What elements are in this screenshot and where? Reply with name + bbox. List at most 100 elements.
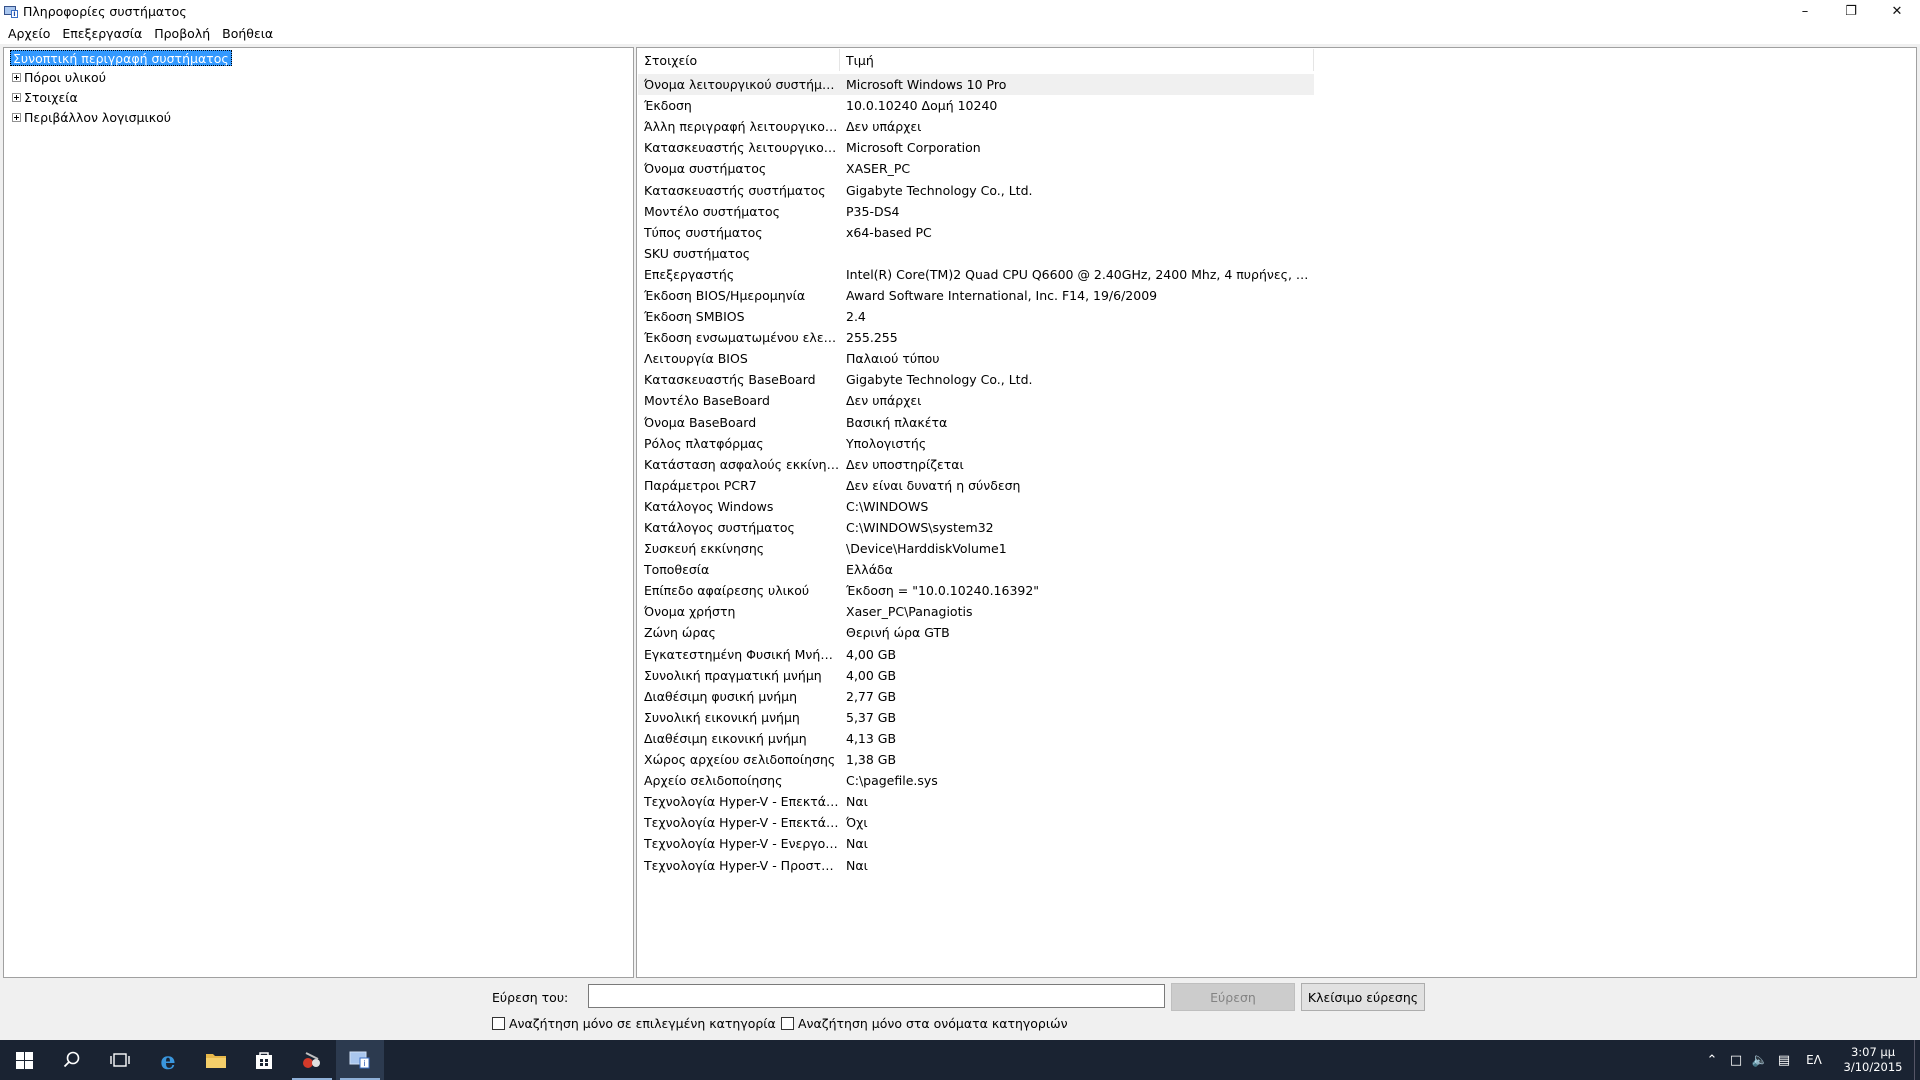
table-row[interactable]: Συνολική εικονική μνήμη 5,37 GB [638, 707, 1916, 728]
details-list[interactable]: Στοιχείο Τιμή Όνομα λειτουργικού συστήμα… [636, 47, 1917, 978]
table-row[interactable]: Έκδοση 10.0.10240 Δομή 10240 [638, 95, 1916, 116]
row-value: Gigabyte Technology Co., Ltd. [846, 372, 1033, 388]
category-tree[interactable]: Συνοπτική περιγραφή συστήματος Πόροι υλι… [3, 47, 634, 978]
table-row[interactable]: SKU συστήματος [638, 243, 1916, 264]
search-category-names-checkbox[interactable] [781, 1017, 794, 1030]
tree-item-system-summary[interactable]: Συνοπτική περιγραφή συστήματος [10, 50, 232, 66]
row-value: x64-based PC [846, 224, 932, 240]
tree-item-label: Πόροι υλικού [24, 69, 106, 85]
system-info-taskbar-icon[interactable]: i [336, 1040, 384, 1080]
input-language[interactable]: ΕΛ [1796, 1053, 1832, 1067]
row-item: Διαθέσιμη φυσική μνήμη [644, 688, 798, 704]
table-row[interactable]: Μοντέλο συστήματος P35-DS4 [638, 201, 1916, 222]
table-row[interactable]: Κατάλογος συστήματος C:\WINDOWS\system32 [638, 517, 1916, 538]
table-row[interactable]: Άλλη περιγραφή λειτουργικού ... Δεν υπάρχ… [638, 116, 1916, 137]
search-selected-category-option[interactable]: Αναζήτηση μόνο σε επιλεγμένη κατηγορία [492, 1016, 776, 1031]
menu-edit[interactable]: Επεξεργασία [56, 26, 148, 41]
row-value: Xaser_PC\Panagiotis [846, 604, 973, 620]
row-item: Έκδοση [644, 98, 692, 114]
windows-logo-icon[interactable] [0, 1040, 48, 1080]
search-category-names-option[interactable]: Αναζήτηση μόνο στα ονόματα κατηγοριών [781, 1016, 1068, 1031]
action-center-icon[interactable]: ▤ [1772, 1053, 1796, 1068]
table-row[interactable]: Ζώνη ώρας Θερινή ώρα GTB [638, 622, 1916, 643]
table-row[interactable]: Όνομα λειτουργικού συστήματ... Microsoft … [638, 74, 1314, 96]
row-item: Κατάλογος Windows [644, 498, 774, 514]
row-item: Τύπος συστήματος [644, 224, 763, 240]
table-row[interactable]: Συσκευή εκκίνησης \Device\HarddiskVolume1 [638, 538, 1916, 559]
menu-file[interactable]: Αρχείο [2, 26, 56, 41]
table-row[interactable]: Μοντέλο BaseBoard Δεν υπάρχει [638, 390, 1916, 411]
clock-time: 3:07 μμ [1850, 1045, 1896, 1059]
app-icon[interactable] [288, 1040, 336, 1080]
expand-icon[interactable] [12, 112, 21, 122]
table-row[interactable]: Διαθέσιμη φυσική μνήμη 2,77 GB [638, 686, 1916, 707]
table-row[interactable]: Έκδοση SMBIOS 2.4 [638, 306, 1916, 327]
menu-help[interactable]: Βοήθεια [216, 26, 279, 41]
show-desktop-button[interactable] [1914, 1040, 1920, 1080]
table-row[interactable]: Τοποθεσία Ελλάδα [638, 559, 1916, 580]
table-row[interactable]: Όνομα συστήματος XASER_PC [638, 158, 1916, 179]
edge-icon[interactable]: e [144, 1040, 192, 1080]
table-row[interactable]: Κατάλογος Windows C:\WINDOWS [638, 496, 1916, 517]
tree-item-components[interactable]: Στοιχεία [12, 88, 78, 106]
menu-view[interactable]: Προβολή [148, 26, 216, 41]
row-item: Κατάσταση ασφαλούς εκκίνησης [644, 456, 840, 472]
task-view-icon[interactable] [96, 1040, 144, 1080]
table-row[interactable]: Κατασκευαστής συστήματος Gigabyte Technol… [638, 179, 1916, 200]
table-row[interactable]: Εγκατεστημένη Φυσική Μνήμη ... 4,00 GB [638, 644, 1916, 665]
table-row[interactable]: Αρχείο σελιδοποίησης C:\pagefile.sys [638, 770, 1916, 791]
table-row[interactable]: Παράμετροι PCR7 Δεν είναι δυνατή η σύνδεσ… [638, 475, 1916, 496]
table-row[interactable]: Συνολική πραγματική μνήμη 4,00 GB [638, 665, 1916, 686]
minimize-button[interactable]: – [1782, 0, 1828, 22]
table-row[interactable]: Έκδοση BIOS/Ημερομηνία Award Software Int… [638, 285, 1916, 306]
expand-icon[interactable] [12, 72, 21, 82]
row-value: Gigabyte Technology Co., Ltd. [846, 182, 1033, 198]
row-value: Ναι [846, 857, 868, 873]
network-icon[interactable]: □ [1724, 1053, 1748, 1068]
row-value: C:\pagefile.sys [846, 773, 938, 789]
volume-icon[interactable]: 🔈 [1748, 1053, 1772, 1068]
column-header-item[interactable]: Στοιχείο [638, 49, 840, 71]
row-value: Βασική πλακέτα [846, 414, 948, 430]
row-item: Τεχνολογία Hyper-V - Προστα... [644, 857, 840, 873]
table-row[interactable]: Έκδοση ενσωματωμένου ελεγκ... 255.255 [638, 327, 1916, 348]
table-row[interactable]: Κατασκευαστής BaseBoard Gigabyte Technolo… [638, 369, 1916, 390]
table-row[interactable]: Λειτουργία BIOS Παλαιού τύπου [638, 348, 1916, 369]
row-item: Ζώνη ώρας [644, 625, 716, 641]
search-selected-category-checkbox[interactable] [492, 1017, 505, 1030]
expand-icon[interactable] [12, 92, 21, 102]
table-row[interactable]: Τεχνολογία Hyper-V - Επεκτάσ... Όχι [638, 812, 1916, 833]
store-icon[interactable] [240, 1040, 288, 1080]
close-button[interactable]: ✕ [1874, 0, 1920, 22]
close-find-button[interactable]: Κλείσιμο εύρεσης [1301, 983, 1425, 1011]
table-row[interactable]: Ρόλος πλατφόρμας Υπολογιστής [638, 433, 1916, 454]
search-icon[interactable] [48, 1040, 96, 1080]
tree-item-hardware-resources[interactable]: Πόροι υλικού [12, 68, 106, 86]
table-row[interactable]: Όνομα χρήστη Xaser_PC\Panagiotis [638, 601, 1916, 622]
table-row[interactable]: Επίπεδο αφαίρεσης υλικού Έκδοση = "10.0.1… [638, 580, 1916, 601]
table-row[interactable]: Κατασκευαστής λειτουργικού σ... Microsoft… [638, 137, 1916, 158]
row-value: 4,00 GB [846, 646, 897, 662]
row-item: Επίπεδο αφαίρεσης υλικού [644, 583, 810, 599]
clock[interactable]: 3:07 μμ 3/10/2015 [1832, 1045, 1914, 1075]
table-row[interactable]: Χώρος αρχείου σελιδοποίησης 1,38 GB [638, 749, 1916, 770]
folder-icon[interactable] [192, 1040, 240, 1080]
row-item: Συνολική πραγματική μνήμη [644, 667, 822, 683]
table-row[interactable]: Τεχνολογία Hyper-V - Επεκτάσ... Ναι [638, 791, 1916, 812]
table-row[interactable]: Τεχνολογία Hyper-V - Ενεργοπ... Ναι [638, 833, 1916, 854]
row-item: Τεχνολογία Hyper-V - Ενεργοπ... [644, 836, 840, 852]
find-button[interactable]: Εύρεση [1171, 983, 1295, 1011]
table-row[interactable]: Όνομα BaseBoard Βασική πλακέτα [638, 412, 1916, 433]
table-row[interactable]: Διαθέσιμη εικονική μνήμη 4,13 GB [638, 728, 1916, 749]
find-input[interactable] [588, 984, 1165, 1008]
tree-item-software-environment[interactable]: Περιβάλλον λογισμικού [12, 108, 171, 126]
table-row[interactable]: Κατάσταση ασφαλούς εκκίνησης Δεν υποστηρί… [638, 454, 1916, 475]
table-row[interactable]: Τεχνολογία Hyper-V - Προστα... Ναι [638, 854, 1916, 875]
restore-button[interactable]: ❐ [1828, 0, 1874, 22]
table-row[interactable]: Επεξεργαστής Intel(R) Core(TM)2 Quad CPU … [638, 264, 1916, 285]
table-row[interactable]: Τύπος συστήματος x64-based PC [638, 222, 1916, 243]
row-value: Microsoft Windows 10 Pro [846, 77, 1007, 93]
show-hidden-icons-icon[interactable]: ⌃ [1700, 1053, 1724, 1068]
column-header-value[interactable]: Τιμή [840, 49, 1314, 71]
row-value: 2.4 [846, 309, 866, 325]
